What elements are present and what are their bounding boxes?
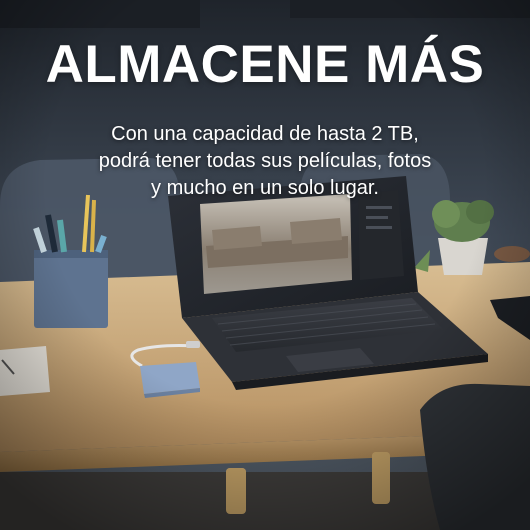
subtext-line: Con una capacidad de hasta 2 TB, [111,123,419,145]
subtext-line: y mucho en un solo lugar. [151,177,379,199]
ad-banner: ALMACENE MÁS Con una capacidad de hasta … [0,0,530,530]
subtext-line: podrá tener todas sus películas, fotos [98,150,432,172]
headline: ALMACENE MÁS [45,35,485,94]
subtext: Con una capacidad de hasta 2 TB, podrá t… [40,121,490,202]
